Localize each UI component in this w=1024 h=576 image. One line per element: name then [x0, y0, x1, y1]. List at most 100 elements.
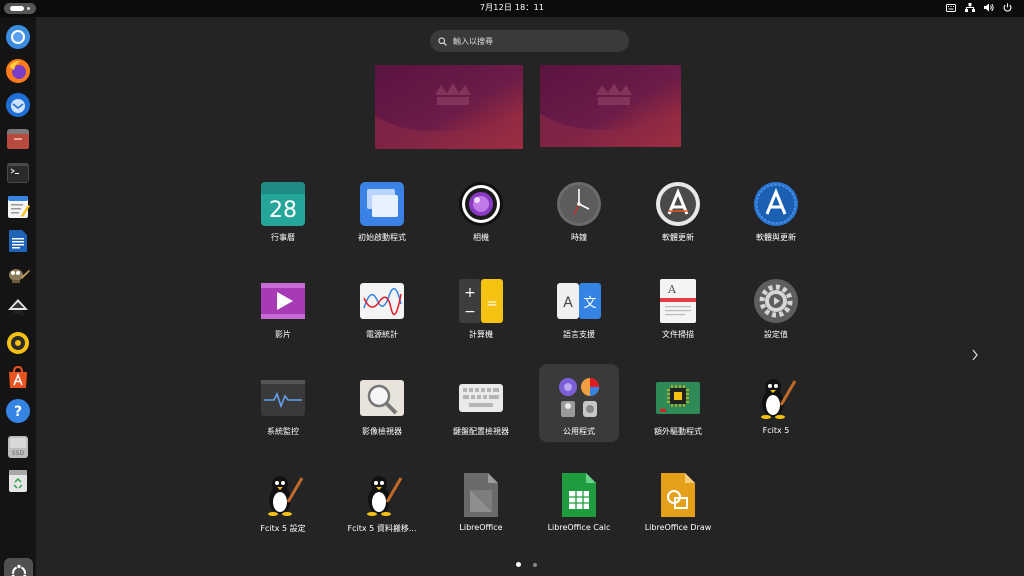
app-image-viewer[interactable]: 影像檢視器 — [342, 364, 422, 442]
software-properties-icon — [753, 181, 799, 227]
app-additional-drivers[interactable]: 額外驅動程式 — [638, 364, 718, 442]
app-libreoffice-draw[interactable]: LibreOffice Draw — [638, 461, 718, 539]
ssd-label: SSD — [12, 450, 25, 457]
app-videos[interactable]: 影片 — [243, 267, 323, 345]
dock-terminal[interactable] — [5, 160, 31, 186]
drive-icon: SSD — [8, 436, 28, 458]
app-label: 額外驅動程式 — [654, 427, 702, 436]
app-label: 影片 — [275, 330, 291, 339]
app-fcitx5[interactable]: Fcitx 5 — [736, 364, 816, 442]
firefox-icon — [6, 59, 30, 83]
page-indicator[interactable] — [533, 562, 537, 567]
startup-applications-icon — [359, 181, 405, 227]
dock-thunderbird[interactable] — [5, 92, 31, 118]
app-software-updater[interactable]: 軟體更新 — [638, 170, 718, 248]
app-calculator[interactable]: + = − 計算機 — [441, 267, 521, 345]
rhythmbox-icon — [7, 332, 29, 354]
scan-letter: A — [667, 283, 677, 296]
top-bar: 7月12日 18：11 — [0, 0, 1024, 17]
wallpaper-image — [375, 65, 523, 149]
calc-plus: + — [464, 285, 476, 301]
libreoffice-writer-icon — [9, 230, 27, 252]
app-label: LibreOffice Draw — [644, 523, 712, 532]
search-placeholder: 輸入以搜尋 — [453, 36, 493, 46]
app-label: 軟體更新 — [662, 233, 694, 242]
app-language-support[interactable]: A文 語言支援 — [539, 267, 619, 345]
dock-ssd-drive[interactable]: SSD — [5, 434, 31, 460]
app-software-properties[interactable]: 軟體與更新 — [736, 170, 816, 248]
app-label: Fcitx 5 — [762, 426, 790, 435]
trash-icon — [9, 470, 27, 492]
dock-gimp[interactable] — [5, 262, 31, 288]
chromium-icon — [6, 25, 30, 49]
dock: ? SSD — [0, 17, 36, 576]
dock-files[interactable] — [5, 126, 31, 152]
app-startup-applications[interactable]: 初始啟動程式 — [342, 170, 422, 248]
search-input[interactable]: 輸入以搜尋 — [430, 30, 629, 52]
dock-text-editor[interactable] — [5, 194, 31, 220]
app-label: 語言支援 — [563, 330, 595, 339]
next-page-arrow[interactable] — [970, 347, 980, 363]
dock-firefox[interactable] — [5, 58, 31, 84]
chevron-right-icon — [972, 349, 978, 361]
app-fcitx5-migrator[interactable]: Fcitx 5 資料搬移... — [342, 461, 422, 539]
help-icon: ? — [6, 399, 30, 423]
dock-trash[interactable] — [5, 468, 31, 494]
app-label: LibreOffice Calc — [547, 523, 611, 532]
text-editor-icon — [8, 196, 30, 218]
calculator-icon: + = − — [458, 278, 504, 324]
libreoffice-draw-icon — [655, 472, 701, 518]
image-viewer-icon — [359, 375, 405, 421]
app-utilities-folder[interactable]: 公用程式 — [539, 364, 619, 442]
app-label: 行事曆 — [271, 233, 295, 242]
fcitx-penguin-icon — [260, 472, 306, 518]
app-clock[interactable]: 時鐘 — [539, 170, 619, 248]
app-label: 公用程式 — [563, 427, 595, 436]
app-libreoffice[interactable]: LibreOffice — [441, 461, 521, 539]
dock-help[interactable]: ? — [5, 398, 31, 424]
app-label: 文件掃描 — [662, 330, 694, 339]
fcitx-penguin-icon — [753, 375, 799, 421]
workspace-thumbnail-2[interactable] — [540, 65, 681, 147]
camera-icon — [458, 181, 504, 227]
power-icon[interactable] — [1003, 3, 1012, 12]
calendar-day: 28 — [269, 198, 297, 223]
dock-rhythmbox[interactable] — [5, 330, 31, 356]
app-keyboard-layout-viewer[interactable]: 鍵盤配置檢視器 — [441, 364, 521, 442]
videos-icon — [260, 278, 306, 324]
page-indicators — [516, 562, 537, 567]
workspace-thumbnail-1[interactable] — [375, 65, 523, 149]
network-icon[interactable] — [965, 3, 975, 12]
app-center-icon — [9, 365, 27, 388]
app-label: 電源統計 — [366, 330, 398, 339]
app-camera[interactable]: 相機 — [441, 170, 521, 248]
app-fcitx5-settings[interactable]: Fcitx 5 設定 — [243, 461, 323, 539]
app-label: LibreOffice — [459, 523, 503, 532]
app-label: 相機 — [473, 233, 489, 242]
page-indicator-active[interactable] — [516, 562, 521, 567]
volume-icon[interactable] — [984, 3, 994, 12]
dock-chromium[interactable] — [5, 24, 31, 50]
system-menu[interactable] — [946, 3, 1012, 12]
app-label: 系統監控 — [267, 427, 299, 436]
dock-app-center[interactable] — [5, 364, 31, 390]
files-icon — [7, 129, 29, 149]
app-label: 計算機 — [469, 330, 493, 339]
app-label: 初始啟動程式 — [358, 233, 406, 242]
document-scanner-icon: A — [655, 278, 701, 324]
dock-libreoffice-writer[interactable] — [5, 228, 31, 254]
system-monitor-icon — [260, 375, 306, 421]
app-calendar[interactable]: 28 行事曆 — [243, 170, 323, 248]
keyboard-indicator-icon[interactable] — [946, 3, 956, 12]
clock[interactable]: 7月12日 18：11 — [0, 2, 1024, 13]
app-document-scanner[interactable]: A 文件掃描 — [638, 267, 718, 345]
app-settings[interactable]: 設定值 — [736, 267, 816, 345]
app-system-monitor[interactable]: 系統監控 — [243, 364, 323, 442]
dock-inkscape[interactable] — [5, 296, 31, 322]
terminal-icon — [7, 163, 29, 183]
app-libreoffice-calc[interactable]: LibreOffice Calc — [539, 461, 619, 539]
settings-icon — [753, 278, 799, 324]
ubuntu-logo-icon — [10, 563, 27, 576]
app-power-statistics[interactable]: 電源統計 — [342, 267, 422, 345]
show-apps-button[interactable] — [4, 558, 33, 576]
